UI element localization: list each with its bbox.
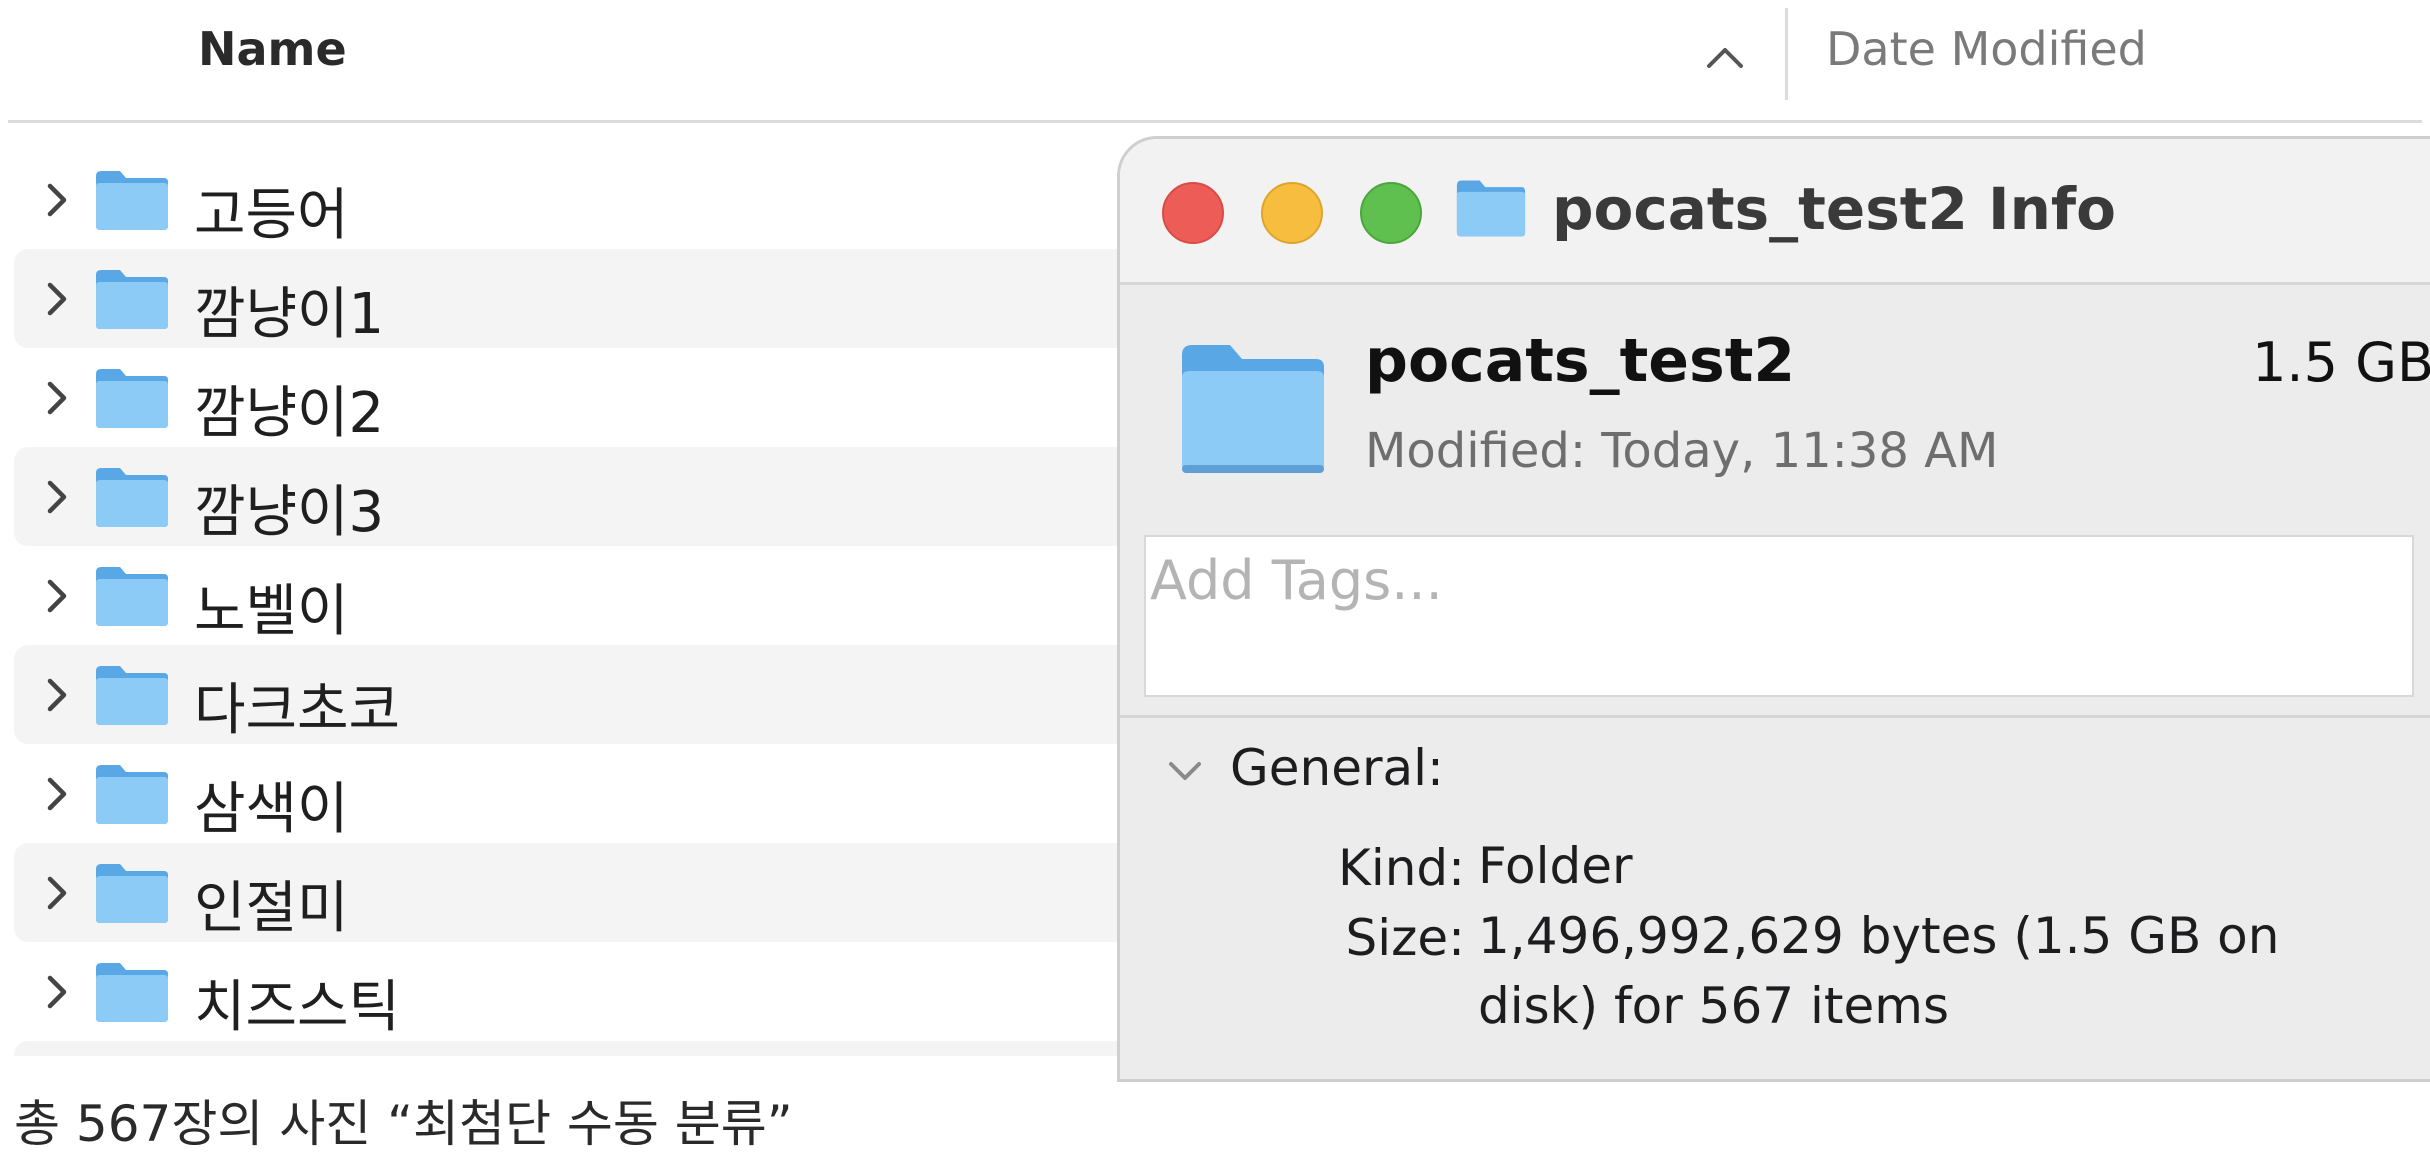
- folder-name: 고등어: [194, 183, 349, 248]
- chevron-up-icon[interactable]: [1703, 36, 1747, 76]
- disclosure-chevron-icon[interactable]: [42, 180, 72, 220]
- column-header: Name Date Modified: [8, 0, 2422, 123]
- folder-icon: [1182, 345, 1324, 473]
- kind-label: Kind:: [1338, 839, 1465, 897]
- folder-icon: [96, 171, 168, 230]
- modified-date: Modified: Today, 11:38 AM: [1365, 423, 1999, 479]
- folder-icon: [96, 567, 168, 626]
- item-size: 1.5 GB: [2252, 331, 2430, 394]
- folder-icon: [96, 864, 168, 923]
- get-info-window: pocats_test2 Info pocats_test2 1.5 GB Mo…: [1117, 136, 2430, 1082]
- folder-icon: [96, 468, 168, 527]
- size-label: Size:: [1345, 909, 1465, 967]
- window-title: pocats_test2 Info: [1552, 175, 2116, 243]
- item-name: pocats_test2: [1365, 326, 1796, 396]
- caption-text: 총 567장의 사진 “최첨단 수동 분류”: [14, 1095, 793, 1153]
- folder-name: 다크초코: [194, 678, 401, 743]
- disclosure-chevron-icon[interactable]: [42, 279, 72, 319]
- folder-icon: [96, 369, 168, 428]
- minimize-button[interactable]: [1261, 182, 1323, 244]
- folder-icon: [96, 666, 168, 725]
- column-divider[interactable]: [1785, 8, 1788, 100]
- general-section-toggle[interactable]: General:: [1230, 739, 1444, 797]
- divider: [1120, 715, 2430, 718]
- disclosure-chevron-icon[interactable]: [42, 873, 72, 913]
- column-name-header[interactable]: Name: [198, 22, 347, 76]
- close-button[interactable]: [1162, 182, 1224, 244]
- folder-icon: [1456, 180, 1526, 237]
- column-date-modified-header[interactable]: Date Modified: [1826, 22, 2147, 76]
- kind-value: Folder: [1478, 837, 1633, 895]
- disclosure-chevron-icon[interactable]: [42, 774, 72, 814]
- folder-icon: [96, 765, 168, 824]
- folder-name: 깜냥이1: [194, 282, 385, 347]
- folder-name: 인절미: [194, 876, 349, 941]
- disclosure-chevron-icon[interactable]: [42, 378, 72, 418]
- folder-icon: [96, 963, 168, 1022]
- chevron-down-icon[interactable]: [1165, 756, 1205, 786]
- tags-field[interactable]: Add Tags...: [1144, 535, 2414, 697]
- folder-name: 깜냥이3: [194, 480, 385, 545]
- window-titlebar[interactable]: pocats_test2 Info: [1120, 139, 2430, 285]
- folder-name: 깜냥이2: [194, 381, 385, 446]
- disclosure-chevron-icon[interactable]: [42, 972, 72, 1012]
- zoom-button[interactable]: [1360, 182, 1422, 244]
- tags-placeholder: Add Tags...: [1150, 549, 1443, 612]
- folder-name: 치즈스틱: [194, 975, 401, 1040]
- folder-name: 노벨이: [194, 579, 349, 644]
- folder-name: 삼색이: [194, 777, 349, 842]
- disclosure-chevron-icon[interactable]: [42, 576, 72, 616]
- folder-icon: [96, 270, 168, 329]
- disclosure-chevron-icon[interactable]: [42, 477, 72, 517]
- size-value: 1,496,992,629 bytes (1.5 GB on disk) for…: [1478, 907, 2280, 1035]
- disclosure-chevron-icon[interactable]: [42, 675, 72, 715]
